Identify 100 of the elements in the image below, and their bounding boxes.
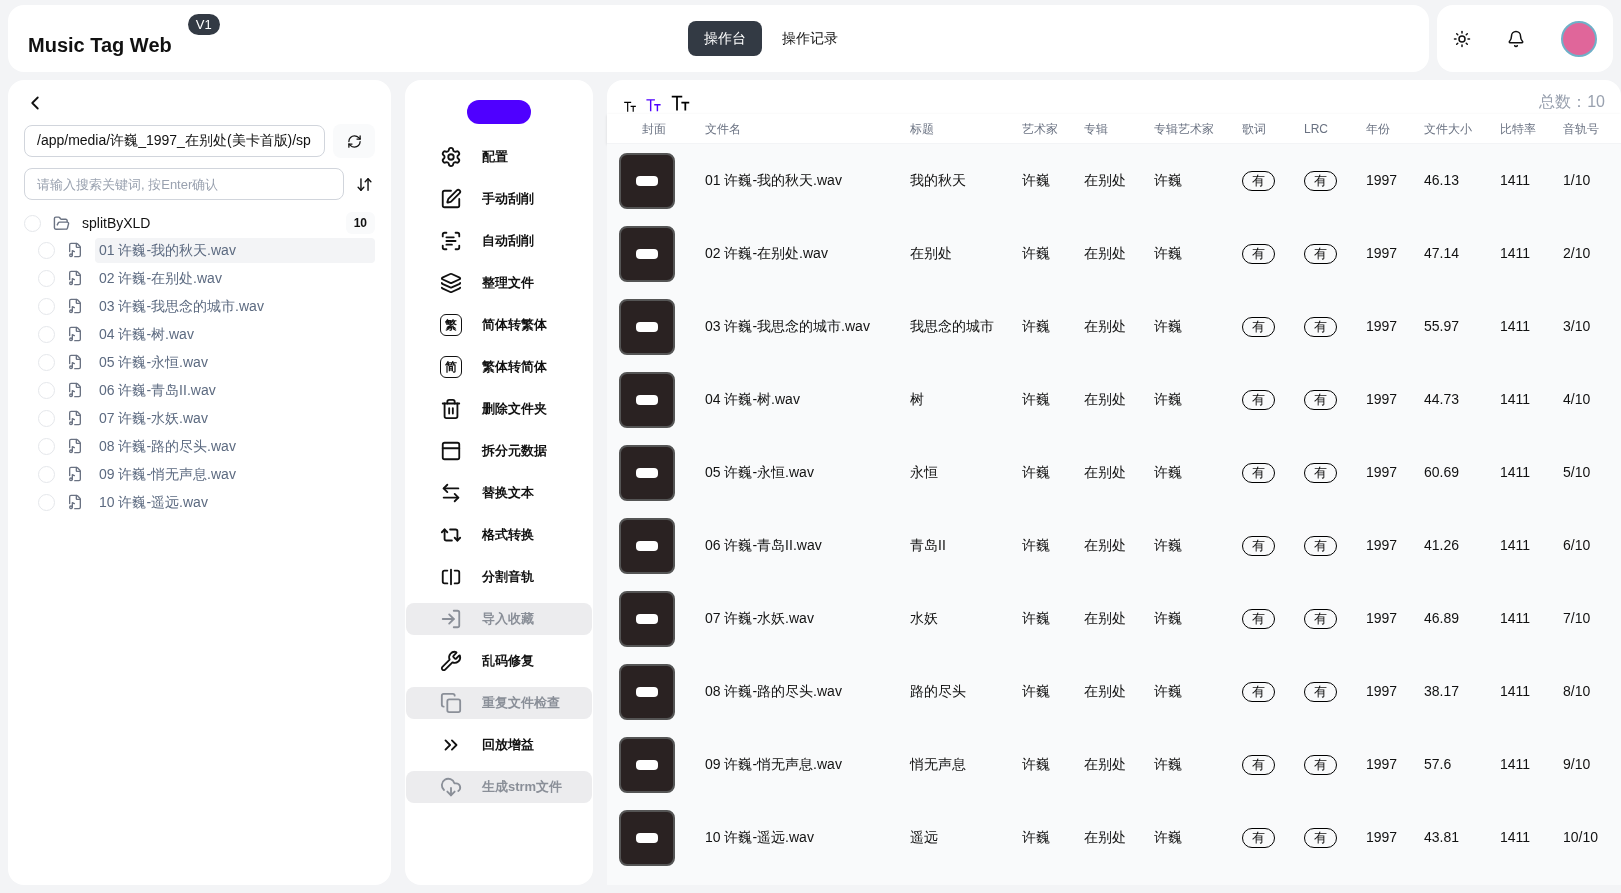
- action-icon: [440, 230, 462, 252]
- text-size-icon[interactable]: [670, 93, 691, 114]
- table-cell-text: 许巍: [1022, 171, 1051, 190]
- theme-icon[interactable]: [1453, 29, 1471, 48]
- table-cell-text: 44.73: [1424, 390, 1461, 409]
- table-cell-text: 在别处: [1084, 682, 1127, 701]
- table-cell-text: 树: [910, 390, 925, 409]
- table-cell-text: 43.81: [1424, 828, 1461, 847]
- path-field[interactable]: /app/media/许巍_1997_在别处(美卡首版)/sp: [24, 125, 326, 157]
- table-cell-text: 许巍: [1022, 536, 1051, 555]
- action-item[interactable]: 整理文件: [406, 267, 592, 299]
- action-item[interactable]: 删除文件夹: [406, 393, 592, 425]
- table-cell-text: 许巍: [1154, 828, 1183, 847]
- checkbox[interactable]: [38, 381, 55, 399]
- action-icon: [440, 146, 462, 168]
- action-item[interactable]: 拆分元数据: [406, 435, 592, 467]
- file-count: 10: [345, 212, 375, 234]
- table-cell-text: 许巍: [1022, 317, 1051, 336]
- table-cell-text: 47.14: [1424, 244, 1461, 263]
- table-cell-text: 1/10: [1563, 171, 1592, 190]
- action-icon: [440, 566, 462, 588]
- checkbox[interactable]: [38, 465, 55, 483]
- checkbox[interactable]: [38, 353, 55, 371]
- table-cell-text: 1997: [1366, 609, 1399, 628]
- search-field[interactable]: 请输入搜索关键词, 按Enter确认: [24, 168, 344, 200]
- album-cover-placeholder: [619, 152, 675, 209]
- notification-icon[interactable]: [1507, 29, 1525, 48]
- column-header: 标题: [910, 120, 935, 138]
- checkbox[interactable]: [38, 325, 55, 343]
- action-item[interactable]: 乱码修复: [406, 645, 592, 677]
- action-button[interactable]: [467, 100, 531, 124]
- table-cell-text: 许巍: [1022, 682, 1051, 701]
- avatar[interactable]: [1561, 20, 1597, 57]
- table-cell-text: 1411: [1500, 682, 1532, 701]
- table-cell-text: 08 许巍-路的尽头.wav: [705, 682, 843, 701]
- table-cell-text: 我思念的城市: [910, 317, 995, 336]
- action-item[interactable]: 繁 简体转繁体: [406, 309, 592, 341]
- music-file-icon: [67, 438, 83, 454]
- table-cell-text: 3/10: [1563, 317, 1592, 336]
- nav-tab[interactable]: 操作记录: [766, 21, 854, 56]
- file-item[interactable]: 08 许巍-路的尽头.wav: [95, 433, 375, 459]
- refresh-button[interactable]: [333, 124, 375, 158]
- table-cell-text: 1997: [1366, 828, 1399, 847]
- table-cell-text: 许巍: [1022, 390, 1051, 409]
- checkbox[interactable]: [24, 214, 41, 232]
- table-cell-text: 永恒: [910, 463, 939, 482]
- table-cell-text: 8/10: [1563, 682, 1592, 701]
- table-cell-text: 38.17: [1424, 682, 1461, 701]
- music-file-icon: [67, 242, 83, 258]
- file-item[interactable]: 05 许巍-永恒.wav: [95, 349, 375, 375]
- table-cell-text: 许巍: [1154, 171, 1183, 190]
- action-item[interactable]: 自动刮削: [406, 225, 592, 257]
- music-file-icon: [67, 382, 83, 398]
- checkbox[interactable]: [38, 409, 55, 427]
- table-cell-text: 6/10: [1563, 536, 1592, 555]
- table-cell-text: 4/10: [1563, 390, 1592, 409]
- table-cell-text: 许巍: [1154, 609, 1183, 628]
- action-item[interactable]: 配置: [406, 141, 592, 173]
- text-size-icon[interactable]: [645, 97, 662, 114]
- sort-icon[interactable]: [356, 175, 373, 193]
- action-item[interactable]: 分割音轨: [406, 561, 592, 593]
- checkbox[interactable]: [38, 297, 55, 315]
- action-item[interactable]: 手动刮削: [406, 183, 592, 215]
- column-header: 音轨号: [1563, 120, 1600, 138]
- folder-name[interactable]: splitByXLD: [82, 212, 334, 234]
- checkbox[interactable]: [38, 241, 55, 259]
- action-item[interactable]: 格式转换: [406, 519, 592, 551]
- glyph-icon: 简: [440, 356, 462, 378]
- file-item[interactable]: 01 许巍-我的秋天.wav: [95, 237, 375, 263]
- total-count: 总数：10: [1539, 92, 1605, 112]
- table-cell-text: 1411: [1500, 317, 1532, 336]
- album-cover-placeholder: [619, 590, 675, 647]
- file-item[interactable]: 02 许巍-在别处.wav: [95, 265, 375, 291]
- file-item[interactable]: 09 许巍-悄无声息.wav: [95, 461, 375, 487]
- table-cell-text: 青岛II: [910, 536, 947, 555]
- table-cell-text: 许巍: [1154, 317, 1183, 336]
- table-cell-text: 02 许巍-在别处.wav: [705, 244, 829, 263]
- file-item[interactable]: 06 许巍-青岛II.wav: [95, 377, 375, 403]
- table-cell-text: 1411: [1500, 828, 1532, 847]
- file-item[interactable]: 03 许巍-我思念的城市.wav: [95, 293, 375, 319]
- action-item[interactable]: 简 繁体转简体: [406, 351, 592, 383]
- music-file-icon: [67, 354, 83, 370]
- text-size-icon[interactable]: [623, 100, 637, 114]
- checkbox[interactable]: [38, 493, 55, 511]
- table-cell-text: 在别处: [1084, 609, 1127, 628]
- nav-tab[interactable]: 操作台: [688, 21, 762, 56]
- column-header: 歌词: [1242, 120, 1267, 138]
- column-header: 专辑: [1084, 120, 1109, 138]
- file-item[interactable]: 07 许巍-水妖.wav: [95, 405, 375, 431]
- column-header: 专辑艺术家: [1154, 120, 1215, 138]
- table-cell-text: 许巍: [1154, 536, 1183, 555]
- checkbox[interactable]: [38, 269, 55, 287]
- file-item[interactable]: 04 许巍-树.wav: [95, 321, 375, 347]
- checkbox[interactable]: [38, 437, 55, 455]
- table-cell-text: 在别处: [1084, 828, 1127, 847]
- table-cell-text: 1411: [1500, 244, 1532, 263]
- file-item[interactable]: 10 许巍-遥远.wav: [95, 489, 375, 515]
- action-item[interactable]: 替换文本: [406, 477, 592, 509]
- table-cell-text: 01 许巍-我的秋天.wav: [705, 171, 843, 190]
- action-item[interactable]: 回放增益: [406, 729, 592, 761]
